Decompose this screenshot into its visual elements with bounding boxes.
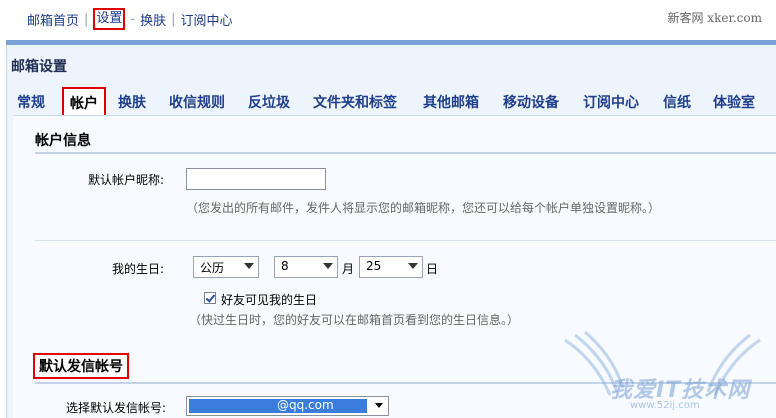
section-title-default-sender: 默认发信帐号 — [33, 353, 129, 379]
default-sender-label: 选择默认发信帐号: — [66, 401, 167, 415]
birth-month-select[interactable]: 8 — [274, 256, 338, 278]
nickname-hint: （您发出的所有邮件，发件人将显示您的邮箱昵称，您还可以给每个帐户单独设置昵称。） — [186, 201, 661, 215]
nickname-input[interactable] — [186, 168, 326, 190]
separator: | — [84, 11, 89, 27]
tab-skin[interactable]: 换肤 — [118, 92, 146, 112]
friends-visible-label: 好友可见我的生日 — [221, 293, 318, 307]
day-unit-label: 日 — [426, 262, 439, 276]
friends-visible-checkbox[interactable] — [204, 292, 216, 304]
top-nav: 邮箱首页 | 设置 - 换肤 | 订阅中心 新客网 xker.com — [0, 0, 776, 40]
section-title-account-info: 帐户信息 — [35, 133, 91, 149]
chevron-down-icon — [244, 263, 254, 269]
chevron-down-icon — [408, 263, 418, 269]
tab-other-mailboxes[interactable]: 其他邮箱 — [423, 92, 479, 112]
site-watermark-text: 新客网 xker.com — [667, 11, 762, 25]
separator: | — [171, 11, 176, 27]
nickname-label: 默认帐户昵称: — [88, 173, 165, 187]
row-divider — [35, 240, 776, 241]
default-sender-select[interactable]: @qq.com — [186, 396, 389, 416]
calendar-type-value: 公历 — [200, 261, 225, 275]
section-divider — [35, 152, 776, 154]
tab-mobile-devices[interactable]: 移动设备 — [503, 92, 559, 112]
top-link-skin[interactable]: 换肤 — [140, 10, 166, 29]
tab-stationery[interactable]: 信纸 — [663, 92, 691, 112]
birthday-hint: （快过生日时，您的好友可以在邮箱首页看到您的生日信息。） — [189, 313, 520, 327]
birthday-label: 我的生日: — [112, 262, 165, 276]
tab-antispam[interactable]: 反垃圾 — [248, 92, 290, 112]
tab-folders-labels[interactable]: 文件夹和标签 — [313, 92, 397, 112]
birth-day-select[interactable]: 25 — [359, 256, 423, 278]
chevron-down-icon[interactable] — [370, 397, 388, 415]
month-unit-label: 月 — [342, 262, 355, 276]
separator: - — [130, 11, 136, 27]
settings-tabs: 常规 帐户 换肤 收信规则 反垃圾 文件夹和标签 其他邮箱 移动设备 订阅中心 … — [7, 87, 776, 116]
default-sender-value: @qq.com — [277, 398, 334, 412]
tab-general[interactable]: 常规 — [17, 92, 45, 112]
top-link-subscription[interactable]: 订阅中心 — [181, 10, 233, 29]
birth-month-value: 8 — [281, 259, 289, 273]
calendar-type-select[interactable]: 公历 — [193, 256, 259, 278]
top-link-settings[interactable]: 设置 — [93, 8, 126, 30]
tab-lab[interactable]: 体验室 — [713, 92, 755, 112]
watermark-url: www.52ij.com — [630, 400, 700, 411]
page-title: 邮箱设置 — [11, 59, 67, 75]
tab-account[interactable]: 帐户 — [62, 87, 106, 116]
tab-subscription-center[interactable]: 订阅中心 — [583, 92, 639, 112]
tab-mail-rules[interactable]: 收信规则 — [169, 92, 225, 112]
birth-day-value: 25 — [366, 259, 382, 273]
top-link-mail-home[interactable]: 邮箱首页 — [27, 10, 79, 29]
chevron-down-icon — [323, 263, 333, 269]
top-nav-links: 邮箱首页 | 设置 - 换肤 | 订阅中心 — [27, 8, 233, 30]
